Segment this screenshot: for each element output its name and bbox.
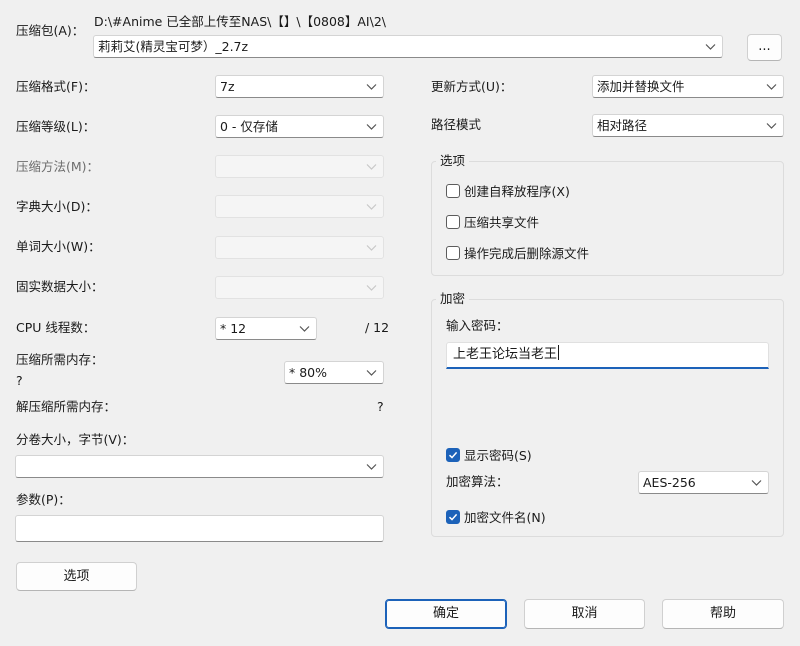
password-label: 输入密码： (446, 318, 509, 333)
password-value: 上老王论坛当老王 (453, 347, 558, 362)
mem-combo[interactable]: * 80% (284, 361, 384, 384)
solid-label: 固实数据大小： (16, 279, 104, 294)
checkbox-checked-icon[interactable] (446, 447, 460, 462)
checkbox-checked-icon[interactable] (446, 509, 460, 524)
encryption-group (431, 299, 784, 537)
options-button[interactable]: 选项 (16, 562, 137, 591)
enc-method-value: AES-256 (643, 475, 696, 490)
shared-label: 压缩共享文件 (464, 215, 540, 230)
level-combo[interactable]: 0 - 仅存储 (215, 115, 384, 138)
archive-name-combo[interactable]: 莉莉艾(精灵宝可梦）_2.7z (93, 35, 723, 58)
ok-button[interactable]: 确定 (385, 599, 507, 629)
demem-unknown: ? (377, 399, 384, 414)
params-input[interactable] (15, 515, 384, 542)
delete-label: 操作完成后删除源文件 (464, 246, 590, 261)
pathmode-combo[interactable]: 相对路径 (592, 114, 784, 137)
archive-path: D:\#Anime 已全部上传至NAS\【】\【0808】AI\2\ (94, 14, 386, 29)
cpu-label: CPU 线程数： (16, 320, 96, 335)
help-button[interactable]: 帮助 (662, 599, 784, 629)
chevron-down-icon (299, 326, 310, 332)
cancel-button[interactable]: 取消 (524, 599, 645, 629)
checkbox-box[interactable] (446, 214, 460, 229)
chevron-down-icon (366, 84, 377, 90)
method-label: 压缩方法(M)： (16, 159, 100, 174)
solid-combo (215, 276, 384, 299)
mem-label: 压缩所需内存： (16, 352, 104, 367)
text-caret (558, 345, 560, 360)
method-combo (215, 155, 384, 178)
chevron-down-icon (366, 245, 377, 251)
options-group-title: 选项 (436, 153, 470, 169)
dict-combo (215, 195, 384, 218)
shared-checkbox[interactable]: 压缩共享文件 (446, 212, 539, 231)
chevron-down-icon (366, 204, 377, 210)
encrypt-names-label: 加密文件名(N) (464, 510, 546, 525)
chevron-down-icon (766, 84, 777, 90)
volume-combo[interactable] (15, 455, 384, 478)
cpu-combo[interactable]: * 12 (215, 317, 317, 340)
enc-method-label: 加密算法： (446, 474, 509, 489)
volume-label: 分卷大小，字节(V)： (16, 432, 135, 447)
update-combo[interactable]: 添加并替换文件 (592, 75, 784, 98)
mem-value: * 80% (289, 365, 328, 380)
sfx-checkbox[interactable]: 创建自释放程序(X) (446, 181, 570, 200)
sfx-label: 创建自释放程序(X) (464, 184, 570, 199)
checkbox-box[interactable] (446, 245, 460, 260)
dict-label: 字典大小(D)： (16, 199, 98, 214)
encrypt-names-checkbox[interactable]: 加密文件名(N) (446, 507, 546, 526)
archive-label: 压缩包(A)： (16, 23, 85, 38)
word-combo (215, 236, 384, 259)
update-label: 更新方式(U)： (431, 79, 513, 94)
mem-unknown: ? (16, 373, 23, 388)
pathmode-value: 相对路径 (597, 118, 648, 133)
cpu-value: * 12 (220, 321, 247, 336)
word-label: 单词大小(W)： (16, 239, 101, 254)
chevron-down-icon (366, 285, 377, 291)
chevron-down-icon (366, 164, 377, 170)
chevron-down-icon (366, 464, 377, 470)
chevron-down-icon (366, 370, 377, 376)
level-value: 0 - 仅存储 (220, 119, 278, 134)
chevron-down-icon (705, 44, 716, 50)
delete-checkbox[interactable]: 操作完成后删除源文件 (446, 243, 589, 262)
format-value: 7z (220, 79, 235, 94)
pathmode-label: 路径模式 (431, 117, 482, 132)
show-password-checkbox[interactable]: 显示密码(S) (446, 445, 532, 464)
update-value: 添加并替换文件 (597, 79, 685, 94)
show-password-label: 显示密码(S) (464, 448, 532, 463)
checkbox-box[interactable] (446, 183, 460, 198)
browse-button[interactable]: ... (747, 34, 782, 61)
enc-method-combo[interactable]: AES-256 (638, 471, 769, 494)
level-label: 压缩等级(L)： (16, 119, 96, 134)
cpu-total: / 12 (365, 320, 390, 335)
format-combo[interactable]: 7z (215, 75, 384, 98)
chevron-down-icon (766, 123, 777, 129)
demem-label: 解压缩所需内存： (16, 399, 117, 414)
password-input[interactable]: 上老王论坛当老王 (446, 342, 769, 369)
params-label: 参数(P)： (16, 492, 71, 507)
chevron-down-icon (366, 124, 377, 130)
encryption-group-title: 加密 (436, 291, 470, 307)
archive-name-value: 莉莉艾(精灵宝可梦）_2.7z (98, 39, 249, 54)
format-label: 压缩格式(F)： (16, 79, 96, 94)
chevron-down-icon (751, 480, 762, 486)
